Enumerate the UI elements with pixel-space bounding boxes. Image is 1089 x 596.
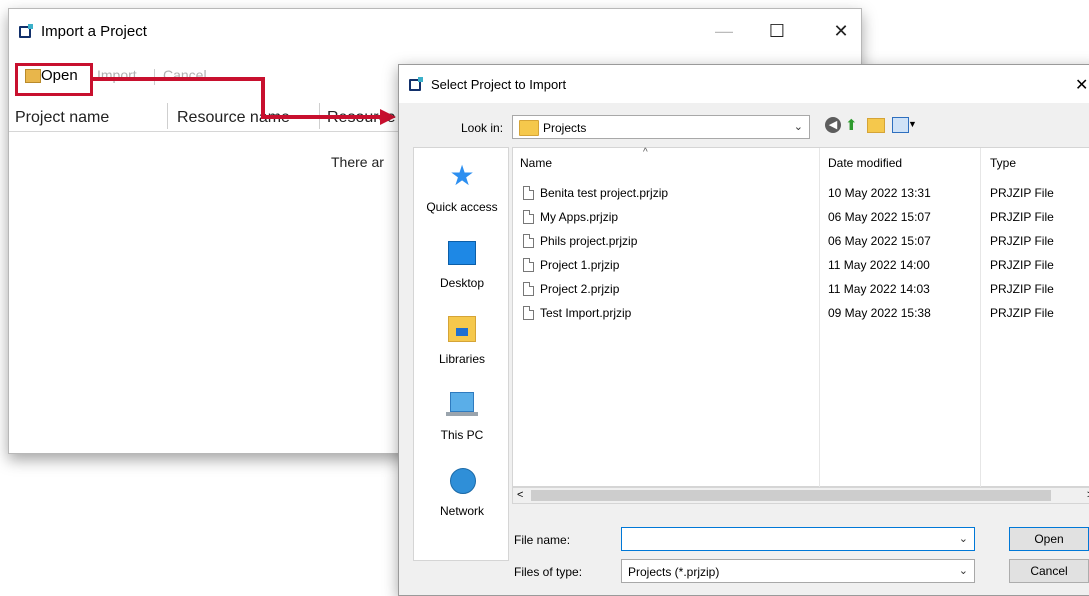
star-icon: ★	[449, 160, 475, 191]
file-date: 11 May 2022 14:00	[828, 258, 930, 272]
file-date: 10 May 2022 13:31	[828, 186, 931, 200]
dialog-close-button[interactable]: ✕	[1075, 75, 1088, 95]
place-desktop[interactable]: Desktop	[414, 238, 510, 308]
chevron-down-icon[interactable]: ▼	[908, 119, 917, 129]
file-row[interactable]: Project 2.prjzip 11 May 2022 14:03 PRJZI…	[513, 280, 1089, 304]
file-type: PRJZIP File	[990, 234, 1054, 248]
annotation-arrow-line	[261, 77, 265, 119]
place-label: Network	[439, 504, 484, 518]
select-project-dialog: Select Project to Import ✕ Look in: Proj…	[398, 64, 1089, 596]
file-name: Project 2.prjzip	[540, 282, 620, 296]
chevron-down-icon: ⌄	[958, 533, 968, 545]
annotation-arrow-line	[261, 115, 381, 119]
annotation-arrow-line	[93, 77, 265, 81]
column-type[interactable]: Type	[990, 156, 1016, 170]
dialog-title: Select Project to Import	[431, 77, 567, 92]
file-name: Project 1.prjzip	[540, 258, 620, 272]
file-name: Phils project.prjzip	[540, 234, 638, 248]
file-name: Benita test project.prjzip	[540, 186, 669, 200]
file-row[interactable]: My Apps.prjzip 06 May 2022 15:07 PRJZIP …	[513, 208, 1089, 232]
column-name[interactable]: Name	[520, 156, 552, 170]
place-label: Libraries	[438, 352, 486, 366]
column-date-modified[interactable]: Date modified	[828, 156, 902, 170]
cancel-button[interactable]: Cancel	[1009, 559, 1089, 583]
place-label: Desktop	[439, 276, 485, 290]
view-menu-icon[interactable]	[892, 117, 909, 133]
files-of-type-combo[interactable]: Projects (*.prjzip) ⌄	[621, 559, 975, 583]
place-network[interactable]: Network	[414, 466, 510, 536]
up-folder-icon[interactable]: ⬆	[845, 116, 858, 134]
libraries-icon-badge	[456, 328, 468, 336]
file-icon	[523, 234, 534, 248]
new-folder-icon[interactable]	[867, 118, 885, 133]
column-project-name[interactable]: Project name	[15, 109, 109, 127]
file-name-combo[interactable]: ⌄	[621, 527, 975, 551]
file-name: My Apps.prjzip	[540, 210, 619, 224]
back-arrow-icon[interactable]: ◀	[825, 117, 841, 133]
file-date: 09 May 2022 15:38	[828, 306, 931, 320]
folder-icon	[519, 120, 539, 136]
file-type: PRJZIP File	[990, 210, 1054, 224]
file-icon	[523, 258, 534, 272]
file-row[interactable]: Phils project.prjzip 06 May 2022 15:07 P…	[513, 232, 1089, 256]
desktop-icon	[448, 241, 476, 265]
annotation-arrow-head	[380, 109, 396, 125]
files-of-type-label: Files of type:	[514, 565, 583, 579]
file-icon	[523, 210, 534, 224]
file-name-label: File name:	[514, 533, 571, 547]
empty-list-message: There ar	[331, 154, 384, 170]
computer-icon	[450, 392, 474, 412]
dialog-title-bar: Select Project to Import ✕	[399, 65, 1089, 103]
file-type: PRJZIP File	[990, 306, 1054, 320]
place-label: This PC	[440, 428, 484, 442]
open-button-highlight	[15, 63, 93, 96]
place-label: Quick access	[426, 200, 498, 214]
file-row[interactable]: Benita test project.prjzip 10 May 2022 1…	[513, 184, 1089, 208]
sort-ascending-icon: ^	[643, 147, 648, 158]
app-icon	[409, 77, 423, 91]
file-date: 06 May 2022 15:07	[828, 210, 931, 224]
file-icon	[523, 306, 534, 320]
column-divider	[167, 103, 168, 129]
file-row[interactable]: Project 1.prjzip 11 May 2022 14:00 PRJZI…	[513, 256, 1089, 280]
window-title: Import a Project	[41, 23, 147, 40]
file-icon	[523, 282, 534, 296]
place-libraries[interactable]: Libraries	[414, 314, 510, 384]
file-date: 06 May 2022 15:07	[828, 234, 931, 248]
app-icon	[19, 24, 33, 38]
file-type: PRJZIP File	[990, 258, 1054, 272]
maximize-button[interactable]: ☐	[762, 19, 792, 43]
look-in-combo[interactable]: Projects ⌄	[512, 115, 810, 139]
file-type: PRJZIP File	[990, 282, 1054, 296]
horizontal-scrollbar[interactable]: < >	[512, 487, 1089, 504]
chevron-down-icon: ⌄	[793, 121, 803, 133]
place-quick-access[interactable]: ★ Quick access	[414, 162, 510, 232]
open-button[interactable]: Open	[1009, 527, 1089, 551]
computer-icon-base	[446, 412, 478, 416]
file-list: ^ Name Date modified Type Benita test pr…	[512, 147, 1089, 488]
scroll-left-icon[interactable]: <	[517, 489, 523, 501]
file-date: 11 May 2022 14:03	[828, 282, 930, 296]
close-button[interactable]: ✕	[826, 19, 856, 43]
minimize-button[interactable]: —	[709, 19, 739, 43]
file-type: PRJZIP File	[990, 186, 1054, 200]
place-this-pc[interactable]: This PC	[414, 390, 510, 460]
title-bar: Import a Project — ☐ ✕	[9, 9, 861, 55]
places-bar: ★ Quick access Desktop Libraries This PC…	[413, 147, 509, 561]
scrollbar-thumb[interactable]	[531, 490, 1051, 501]
look-in-label: Look in:	[461, 121, 504, 135]
file-icon	[523, 186, 534, 200]
network-icon	[450, 468, 476, 494]
file-name: Test Import.prjzip	[540, 306, 632, 320]
look-in-value: Projects	[543, 121, 587, 135]
chevron-down-icon: ⌄	[958, 565, 968, 577]
file-row[interactable]: Test Import.prjzip 09 May 2022 15:38 PRJ…	[513, 304, 1089, 328]
files-of-type-value: Projects (*.prjzip)	[628, 565, 720, 579]
